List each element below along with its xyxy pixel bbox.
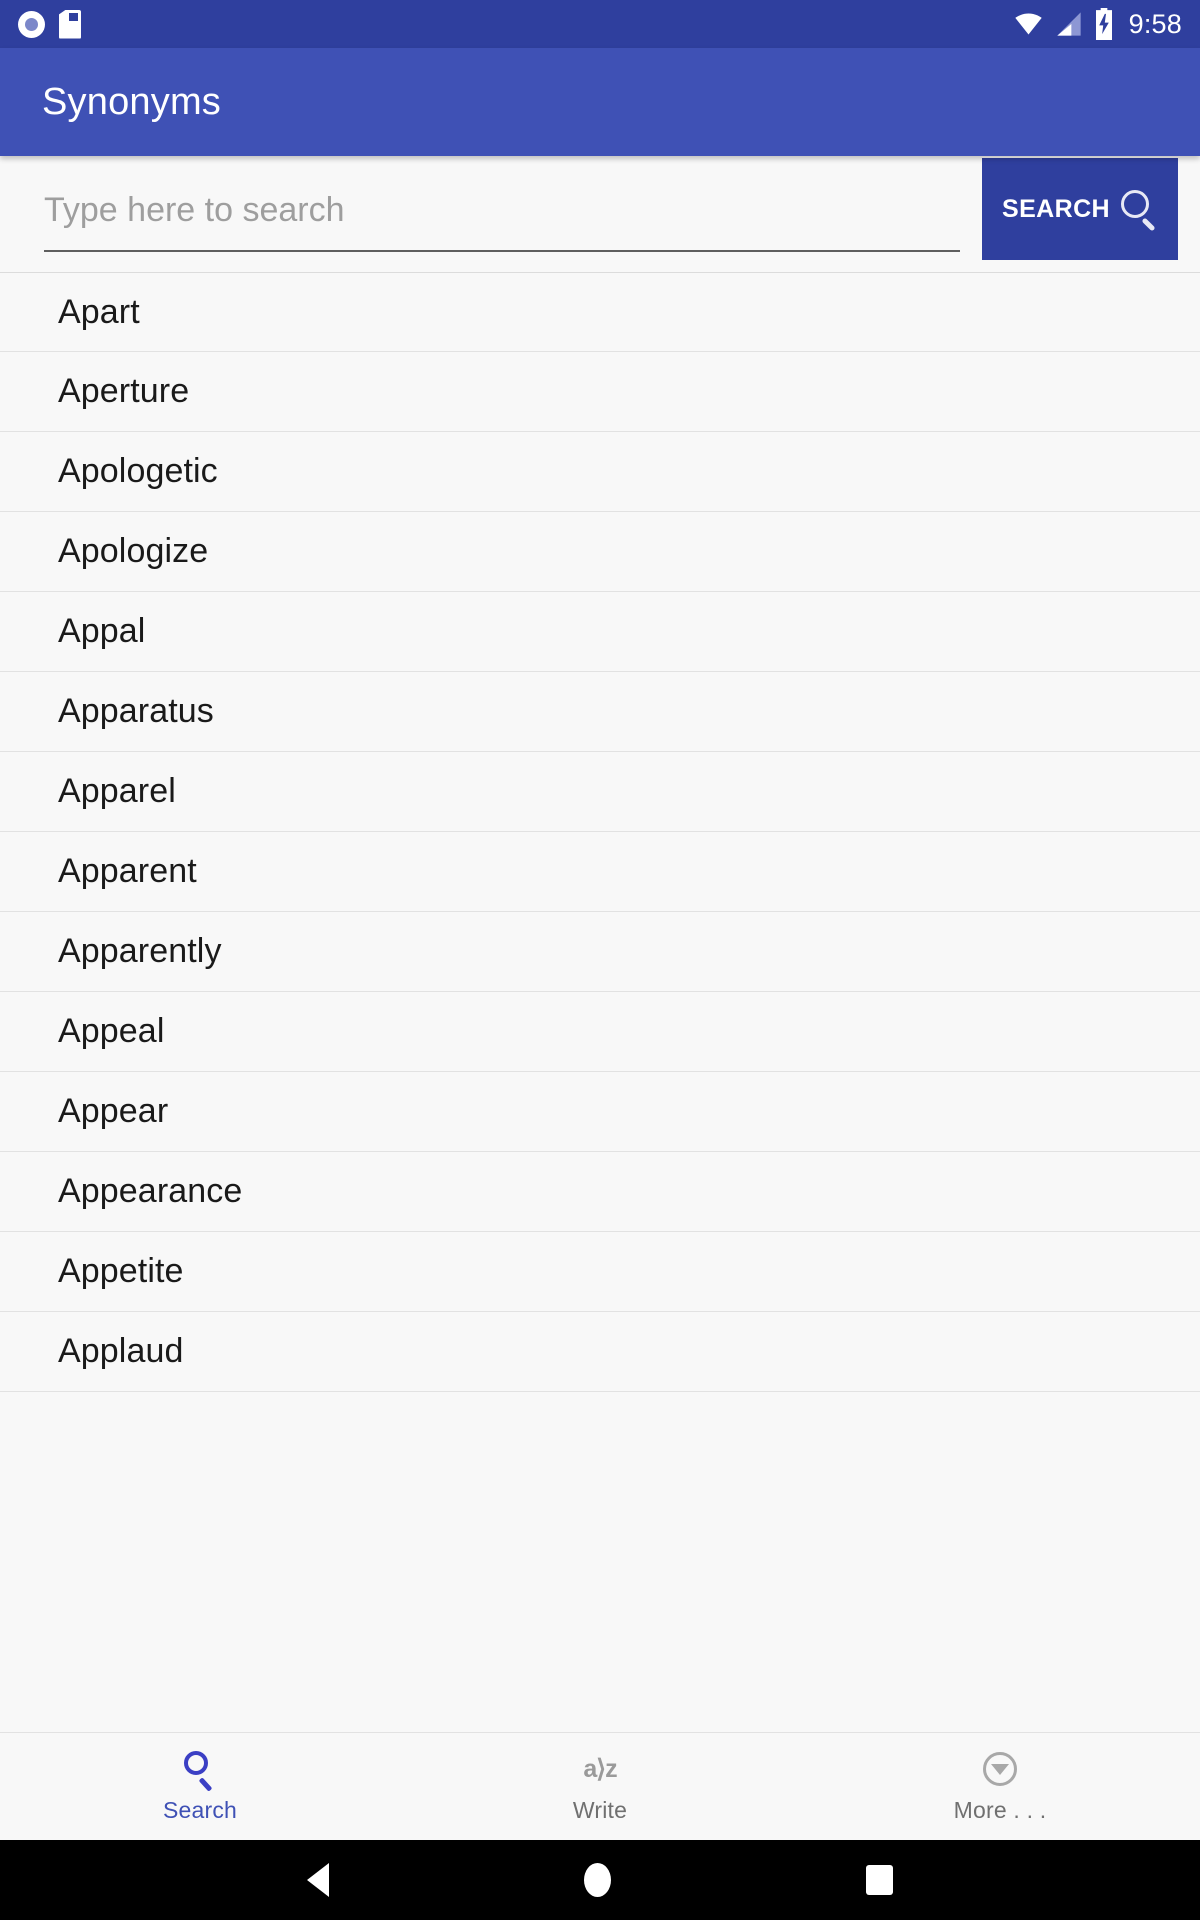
list-item[interactable]: Apparel [0,752,1200,832]
list-item[interactable]: Apparatus [0,672,1200,752]
list-item-label: Appeal [58,1012,165,1050]
search-field-wrapper [22,178,960,252]
magnifier-icon [182,1749,218,1792]
list-item-label: Appetite [58,1252,184,1290]
list-item[interactable]: Apparent [0,832,1200,912]
chevron-down-circle-icon [983,1749,1017,1789]
list-item-label: Applaud [58,1332,184,1370]
screen-record-icon [18,10,45,38]
tab-write-label: Write [572,1797,628,1823]
tab-more[interactable]: More . . . [800,1733,1200,1840]
list-item-label: Apparatus [58,692,214,730]
list-item-label: Apparently [58,932,222,970]
magnifier-icon [1120,190,1158,232]
recents-icon[interactable] [865,1865,893,1895]
list-item-label: Appear [58,1092,169,1130]
list-item-label: Apologize [58,532,209,570]
cellular-signal-icon [1056,12,1081,36]
search-button[interactable]: SEARCH [982,158,1178,260]
search-button-label: SEARCH [1002,194,1110,223]
list-item[interactable]: Aperture [0,352,1200,432]
bottom-tab-bar: Search a⟩z Write More . . . [0,1732,1200,1840]
list-item-label: Appal [58,612,146,650]
wifi-icon [1014,13,1042,35]
list-item[interactable]: Apparently [0,912,1200,992]
tab-search[interactable]: Search [0,1733,400,1840]
status-bar: 9:58 [0,0,1200,48]
list-item-label: Apparel [58,772,176,810]
battery-charging-icon [1095,8,1112,40]
list-item[interactable]: Apart [0,272,1200,352]
list-item[interactable]: Appear [0,1072,1200,1152]
status-bar-clock: 9:58 [1128,8,1182,39]
list-item[interactable]: Appearance [0,1152,1200,1232]
tab-write[interactable]: a⟩z Write [400,1733,800,1840]
search-input-underline [44,250,960,252]
word-list[interactable]: Apart Aperture Apologetic Apologize Appa… [0,272,1200,1732]
tab-more-label: More . . . [953,1797,1047,1823]
page-title: Synonyms [42,80,222,123]
list-item[interactable]: Appetite [0,1232,1200,1312]
search-input[interactable] [22,178,960,248]
back-icon[interactable] [307,1863,330,1897]
list-item-label: Apologetic [58,452,218,490]
list-item-label: Apart [58,292,140,331]
list-item-label: Apparent [58,852,197,890]
list-item-label: Aperture [58,372,190,410]
list-item[interactable]: Appal [0,592,1200,672]
list-item[interactable]: Appeal [0,992,1200,1072]
sd-card-icon [59,9,81,39]
list-item[interactable]: Apologetic [0,432,1200,512]
list-item[interactable]: Apologize [0,512,1200,592]
status-bar-right-icons: 9:58 [1013,8,1182,40]
phone-screen: 9:58 Synonyms SEARCH Apart Aperture Apol… [0,0,1200,1920]
tab-search-label: Search [162,1797,238,1823]
app-bar: Synonyms [0,48,1200,156]
search-bar: SEARCH [0,156,1200,272]
list-item-label: Appearance [58,1172,243,1210]
system-navigation-bar [0,1840,1200,1920]
status-bar-left-icons [18,9,81,39]
list-item[interactable]: Applaud [0,1312,1200,1392]
home-icon[interactable] [583,1863,611,1897]
a-to-z-icon: a⟩z [583,1755,617,1783]
